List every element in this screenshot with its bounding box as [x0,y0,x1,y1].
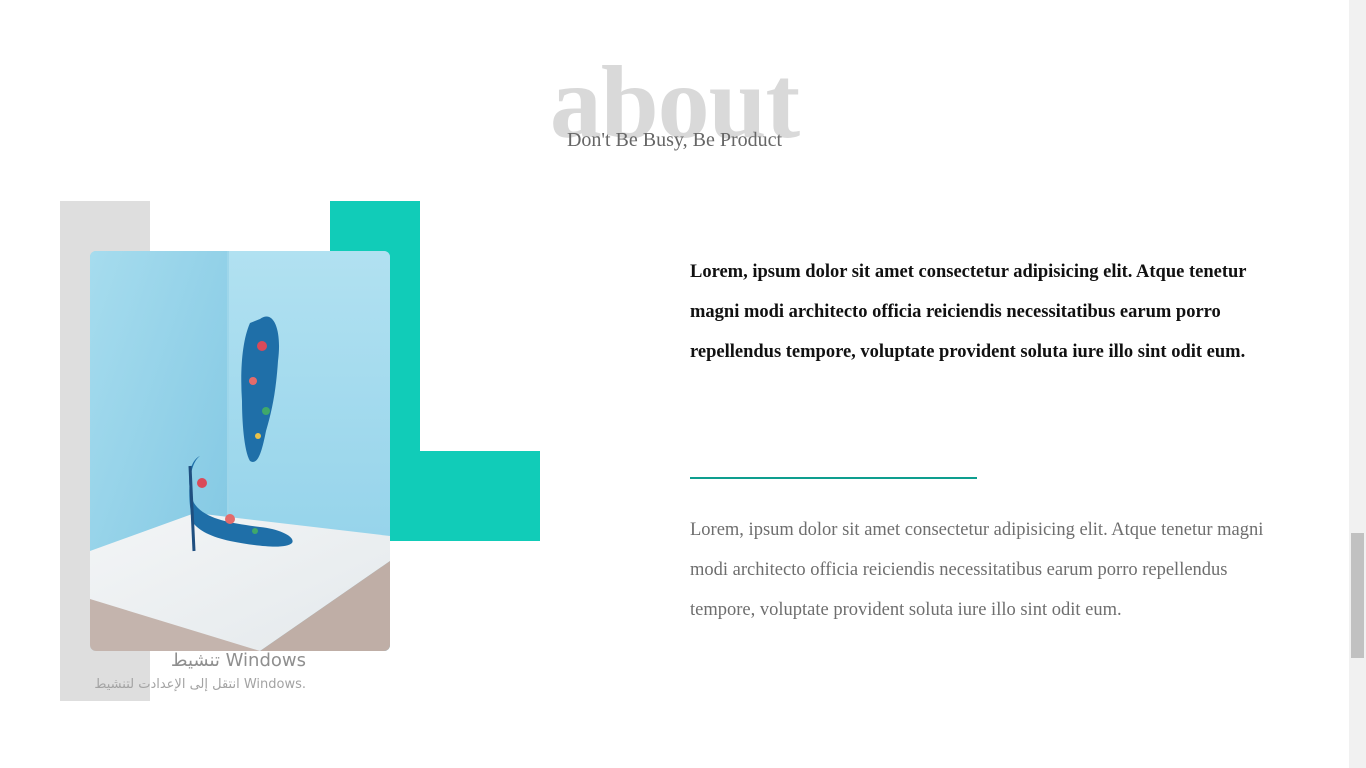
about-page: about Don't Be Busy, Be Product Lorem, i… [0,0,1366,768]
section-heading: about Don't Be Busy, Be Product [0,40,1349,170]
vertical-scrollbar[interactable] [1349,0,1366,768]
intro-text: Lorem, ipsum dolor sit amet consectetur … [690,262,1247,362]
text-divider [690,477,977,479]
scrollbar-thumb[interactable] [1351,533,1364,658]
activation-watermark: تنشيط Windows انتقل إلى الإعدادت لتنشيط … [60,648,306,696]
watermark-subtitle: انتقل إلى الإعدادت لتنشيط Windows. [94,677,306,692]
product-image [90,251,390,651]
section-subtitle: Don't Be Busy, Be Product [566,129,783,151]
body-text: Lorem, ipsum dolor sit amet consectetur … [690,520,1264,620]
watermark-title: تنشيط Windows [170,650,306,671]
